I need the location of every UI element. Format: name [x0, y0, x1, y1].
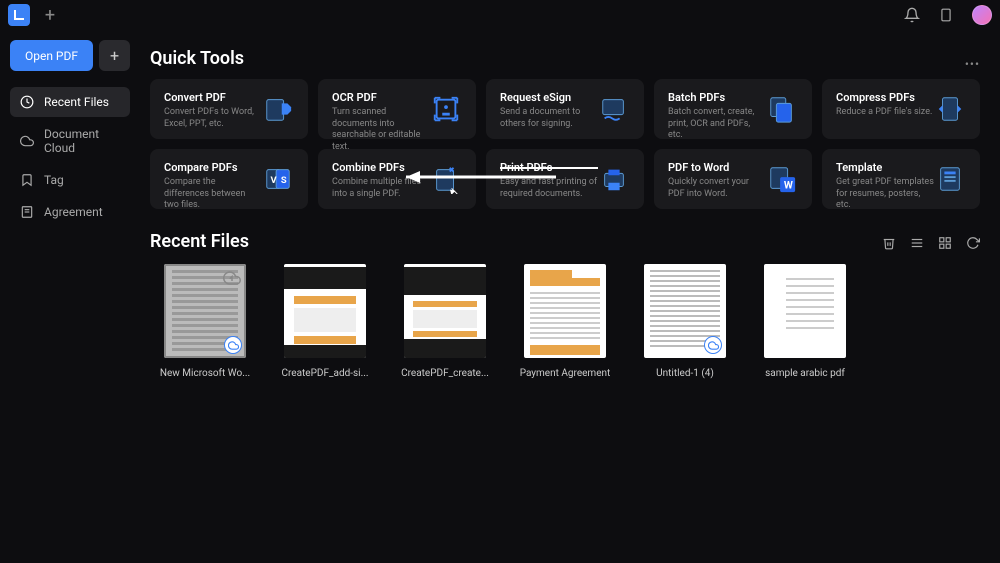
list-view-icon[interactable]	[910, 235, 924, 249]
sidebar-nav: Recent Files Document Cloud Tag Agreemen…	[10, 87, 130, 227]
tool-card-compare-pdfs[interactable]: Compare PDFs Compare the differences bet…	[150, 149, 308, 209]
file-card[interactable]: CreatePDF_add-si...	[270, 264, 380, 379]
bookmark-icon	[20, 173, 34, 187]
file-name: New Microsoft Wo...	[160, 368, 250, 379]
cloud-sync-icon	[224, 336, 242, 354]
cloud-sync-icon	[704, 336, 722, 354]
tool-title: Compare PDFs	[164, 161, 262, 174]
tool-title: Print PDFs	[500, 161, 598, 174]
file-thumbnail	[404, 264, 486, 358]
nav-document-cloud[interactable]: Document Cloud	[10, 119, 130, 163]
nav-label: Document Cloud	[44, 127, 120, 155]
tool-icon	[430, 93, 462, 125]
tool-card-template[interactable]: Template Get great PDF templates for res…	[822, 149, 980, 209]
refresh-icon[interactable]	[966, 235, 980, 249]
tool-desc: Compare the differences between two file…	[164, 177, 262, 212]
file-thumbnail	[164, 264, 246, 358]
nav-label: Agreement	[44, 205, 103, 219]
quick-tools-more[interactable]: •••	[965, 57, 980, 71]
tool-desc: Reduce a PDF file's size.	[836, 107, 934, 119]
open-pdf-button[interactable]: Open PDF	[10, 40, 93, 71]
tool-title: PDF to Word	[668, 161, 766, 174]
file-card[interactable]: New Microsoft Wo...	[150, 264, 260, 379]
file-card[interactable]: sample arabic pdf	[750, 264, 860, 379]
file-card[interactable]: Payment Agreement	[510, 264, 620, 379]
tool-icon	[430, 163, 462, 195]
tool-card-convert-pdf[interactable]: Convert PDF Convert PDFs to Word, Excel,…	[150, 79, 308, 139]
tool-desc: Quickly convert your PDF into Word.	[668, 177, 766, 200]
tool-title: Request eSign	[500, 91, 598, 104]
file-name: CreatePDF_add-si...	[281, 368, 368, 379]
file-thumbnail	[524, 264, 606, 358]
file-thumbnail	[284, 264, 366, 358]
tool-icon	[262, 93, 294, 125]
notification-icon[interactable]	[904, 7, 920, 23]
phone-icon[interactable]	[938, 7, 954, 23]
tool-title: Convert PDF	[164, 91, 262, 104]
file-name: Payment Agreement	[520, 368, 611, 379]
svg-text:S: S	[281, 175, 287, 186]
nav-recent-files[interactable]: Recent Files	[10, 87, 130, 117]
tool-card-batch-pdfs[interactable]: Batch PDFs Batch convert, create, print,…	[654, 79, 812, 139]
tool-card-compress-pdfs[interactable]: Compress PDFs Reduce a PDF file's size.	[822, 79, 980, 139]
tool-desc: Easy and fast printing of required docum…	[500, 177, 598, 200]
file-name: Untitled-1 (4)	[656, 368, 714, 379]
file-name: CreatePDF_create...	[401, 368, 489, 379]
grid-view-icon[interactable]	[938, 235, 952, 249]
user-avatar[interactable]	[972, 5, 992, 25]
file-thumbnail	[644, 264, 726, 358]
tool-card-print-pdfs[interactable]: Print PDFs Easy and fast printing of req…	[486, 149, 644, 209]
file-card[interactable]: CreatePDF_create...	[390, 264, 500, 379]
tool-card-ocr-pdf[interactable]: OCR PDF Turn scanned documents into sear…	[318, 79, 476, 139]
tool-desc: Combine multiple files into a single PDF…	[332, 177, 430, 200]
tool-card-pdf-to-word[interactable]: PDF to Word Quickly convert your PDF int…	[654, 149, 812, 209]
svg-text:W: W	[784, 178, 793, 191]
agreement-icon	[20, 205, 34, 219]
nav-agreement[interactable]: Agreement	[10, 197, 130, 227]
tool-title: Batch PDFs	[668, 91, 766, 104]
new-button[interactable]: +	[99, 40, 130, 71]
tool-title: Template	[836, 161, 934, 174]
recent-files-title: Recent Files	[150, 231, 249, 252]
nav-label: Tag	[44, 173, 64, 187]
tool-icon	[934, 93, 966, 125]
tool-card-request-esign[interactable]: Request eSign Send a document to others …	[486, 79, 644, 139]
tool-icon: VS	[262, 163, 294, 195]
tool-desc: Turn scanned documents into searchable o…	[332, 107, 430, 154]
tool-card-combine-pdfs[interactable]: Combine PDFs Combine multiple files into…	[318, 149, 476, 209]
tool-title: Combine PDFs	[332, 161, 430, 174]
tool-desc: Send a document to others for signing.	[500, 107, 598, 130]
tool-desc: Convert PDFs to Word, Excel, PPT, etc.	[164, 107, 262, 130]
tool-title: Compress PDFs	[836, 91, 934, 104]
tool-title: OCR PDF	[332, 91, 430, 104]
tool-desc: Get great PDF templates for resumes, pos…	[836, 177, 934, 212]
tool-icon	[766, 93, 798, 125]
quick-tools-title: Quick Tools	[150, 48, 244, 69]
tool-desc: Batch convert, create, print, OCR and PD…	[668, 107, 766, 142]
file-card[interactable]: Untitled-1 (4)	[630, 264, 740, 379]
tool-icon	[598, 93, 630, 125]
app-logo	[8, 4, 30, 26]
new-tab-button[interactable]: +	[42, 7, 58, 23]
svg-text:V: V	[271, 175, 278, 186]
delete-icon[interactable]	[882, 235, 896, 249]
annotation-strike	[500, 167, 598, 169]
nav-label: Recent Files	[44, 95, 109, 109]
nav-tag[interactable]: Tag	[10, 165, 130, 195]
cloud-icon	[20, 134, 34, 148]
file-thumbnail	[764, 264, 846, 358]
cloud-upload-icon	[222, 268, 242, 288]
clock-icon	[20, 95, 34, 109]
tool-icon	[598, 163, 630, 195]
tool-icon: W	[766, 163, 798, 195]
tool-icon	[934, 163, 966, 195]
file-name: sample arabic pdf	[765, 368, 845, 379]
